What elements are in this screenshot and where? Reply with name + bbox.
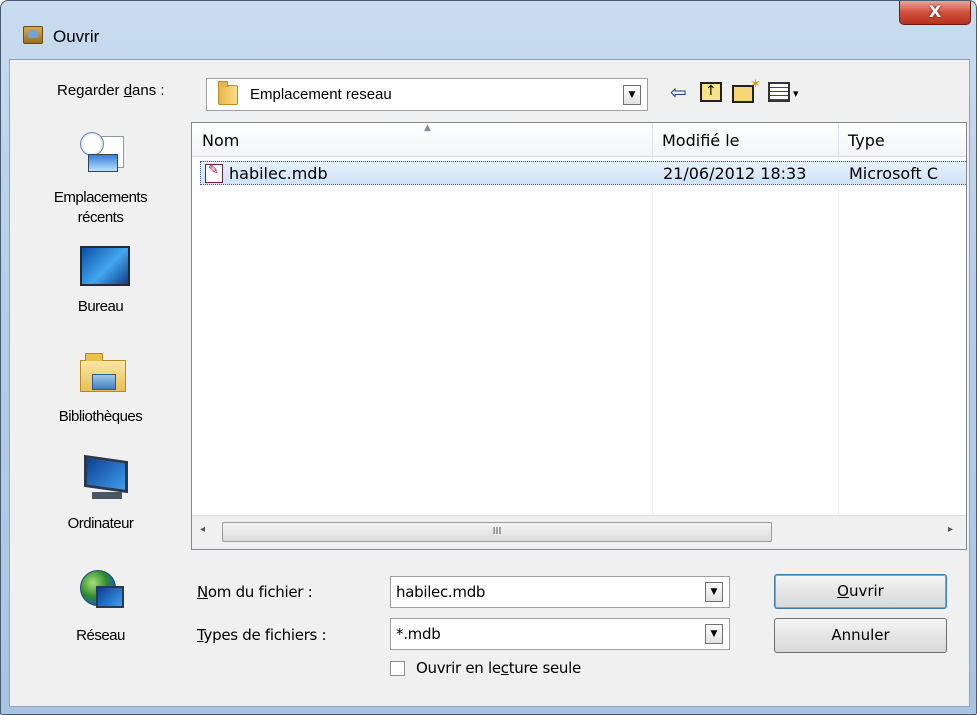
file-modified: 21/06/2012 18:33 <box>663 164 807 183</box>
chevron-down-icon[interactable]: ▼ <box>705 582 723 602</box>
readonly-label-post: ture seule <box>508 659 581 677</box>
horizontal-scrollbar[interactable]: ◂ III ▸ <box>192 515 966 549</box>
scroll-right-icon[interactable]: ▸ <box>948 524 953 535</box>
readonly-label-accel: c <box>500 659 509 677</box>
file-row[interactable]: habilec.mdb 21/06/2012 18:33 Microsoft C <box>200 161 966 185</box>
filename-label: Nom du fichier : <box>197 583 313 601</box>
sort-ascending-icon: ▲ <box>424 123 431 133</box>
filename-combobox[interactable]: habilec.mdb ▼ <box>390 576 730 608</box>
network-icon <box>80 570 124 614</box>
filename-label-accel: N <box>197 583 208 601</box>
folder-icon <box>218 81 238 105</box>
column-gridline <box>838 157 839 515</box>
column-header-type[interactable]: Type <box>838 123 966 157</box>
file-name: habilec.mdb <box>229 164 328 183</box>
look-in-label-accel: d <box>123 82 133 99</box>
readonly-label[interactable]: Ouvrir en lecture seule <box>416 659 581 677</box>
file-list-header: Nom ▲ Modifié le Type <box>192 123 966 157</box>
close-button[interactable]: X <box>899 1 971 25</box>
back-arrow-icon[interactable]: ⇦ <box>670 80 687 104</box>
access-database-icon <box>205 163 223 183</box>
places-bar: Emplacements récents Bureau Bibliothèque… <box>10 122 191 706</box>
open-button-label: uvrir <box>848 582 884 600</box>
title-bar[interactable]: Ouvrir X <box>1 1 976 46</box>
view-menu-arrow-icon[interactable]: ▾ <box>793 82 799 106</box>
window-title: Ouvrir <box>53 27 100 46</box>
new-folder-icon[interactable] <box>732 73 761 103</box>
column-header-name[interactable]: Nom <box>192 123 652 157</box>
file-type: Microsoft C <box>849 164 939 183</box>
filetype-label: Types de fichiers : <box>197 626 327 644</box>
up-folder-icon[interactable] <box>700 79 722 103</box>
look-in-value: Emplacement reseau <box>250 86 392 103</box>
filetype-value: *.mdb <box>396 625 441 643</box>
chevron-down-icon[interactable]: ▼ <box>705 624 723 644</box>
scroll-thumb[interactable]: III <box>222 522 772 542</box>
place-network-label: Réseau <box>76 627 125 644</box>
column-header-modified[interactable]: Modifié le <box>652 123 838 157</box>
column-gridline <box>652 157 653 515</box>
filename-label-post: om du fichier : <box>207 583 313 601</box>
look-in-label-pre: Regarder <box>57 82 124 99</box>
filename-value[interactable]: habilec.mdb <box>396 583 485 601</box>
look-in-combobox[interactable]: Emplacement reseau ▼ <box>206 78 648 111</box>
app-icon <box>23 26 43 44</box>
file-list[interactable]: Nom ▲ Modifié le Type habilec.mdb 21/06/… <box>191 122 967 550</box>
open-dialog-window: Ouvrir X Regarder dans : Emplacement res… <box>0 0 977 715</box>
chevron-down-icon[interactable]: ▼ <box>623 85 641 105</box>
dialog-client-area: Regarder dans : Emplacement reseau ▼ ⇦ ▾… <box>9 59 970 707</box>
filetype-combobox[interactable]: *.mdb ▼ <box>390 618 730 650</box>
filetype-label-post: ypes de fichiers : <box>203 626 327 644</box>
open-button[interactable]: Ouvrir <box>774 574 947 609</box>
open-button-accel: O <box>837 582 849 600</box>
readonly-label-pre: Ouvrir en le <box>416 659 501 677</box>
place-network[interactable]: Réseau <box>10 122 191 706</box>
readonly-checkbox[interactable] <box>390 661 405 676</box>
scroll-left-icon[interactable]: ◂ <box>200 524 205 535</box>
look-in-label: Regarder dans : <box>57 82 165 99</box>
cancel-button[interactable]: Annuler <box>774 618 947 653</box>
look-in-label-post: ans : <box>132 82 165 99</box>
view-menu-icon[interactable] <box>768 82 790 102</box>
